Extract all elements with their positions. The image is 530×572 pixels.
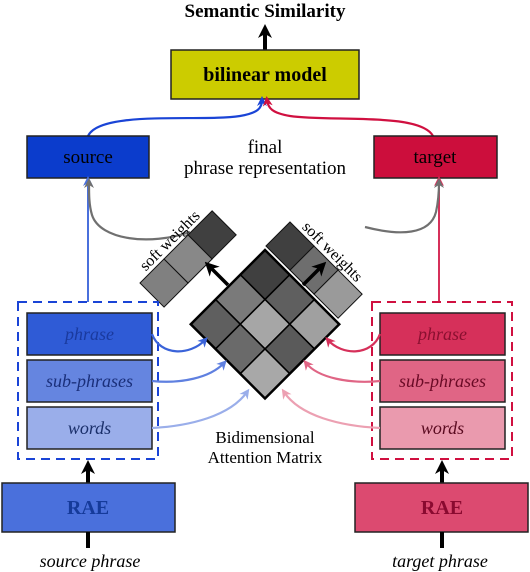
source-item-label: words <box>68 418 111 438</box>
source-input-label: source phrase <box>40 551 141 571</box>
diagram-title: Semantic Similarity <box>185 1 346 22</box>
target-item-label: phrase <box>416 324 467 344</box>
source-label: source <box>63 147 113 168</box>
source-node: source <box>26 135 150 179</box>
source-rae-label: RAE <box>67 497 109 519</box>
source-phrase-to-matrix-arrow <box>150 333 208 353</box>
final-representation-label-line1: final <box>248 137 283 158</box>
target-subphrases-node: sub-phrases <box>379 359 506 403</box>
source-subphrases-node: sub-phrases <box>26 359 153 403</box>
source-words-node: words <box>26 406 153 450</box>
left-soft-weights: soft weights <box>137 207 237 308</box>
target-words-to-matrix-arrow <box>281 388 381 430</box>
source-to-bilinear-arrow <box>87 96 267 137</box>
target-input-label: target phrase <box>392 551 488 571</box>
source-item-label: phrase <box>63 324 114 344</box>
target-item-label: sub-phrases <box>399 371 486 391</box>
bilinear-model-label: bilinear model <box>203 64 327 86</box>
target-rae-node: RAE <box>354 482 529 533</box>
target-subphrases-to-matrix-arrow <box>303 359 381 383</box>
target-label: target <box>414 147 458 168</box>
matrix-label-line1: Bidimensional <box>215 428 314 447</box>
source-words-to-matrix-arrow <box>151 388 250 430</box>
target-words-node: words <box>379 406 506 450</box>
matrix-label-line2: Attention Matrix <box>208 448 323 467</box>
final-representation-label-line2: phrase representation <box>184 158 346 179</box>
source-phrase-node: phrase <box>26 312 153 356</box>
matrix-to-left-weights-arrow <box>204 261 230 287</box>
target-phrase-node: phrase <box>379 312 506 356</box>
source-item-label: sub-phrases <box>46 371 133 391</box>
source-rae-node: RAE <box>1 482 176 533</box>
bilinear-model-node: bilinear model <box>170 49 360 100</box>
right-soft-weights-curve <box>364 178 444 234</box>
diagram-canvas: Semantic Similarity bilinear model sourc… <box>1 1 529 571</box>
source-subphrases-to-matrix-arrow <box>151 360 227 383</box>
target-rae-label: RAE <box>421 497 463 519</box>
target-to-bilinear-arrow <box>262 96 434 137</box>
target-node: target <box>373 135 498 179</box>
target-item-label: words <box>421 418 464 438</box>
